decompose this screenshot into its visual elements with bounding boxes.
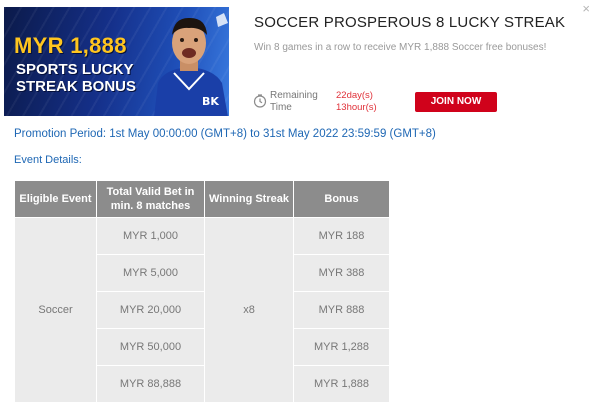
bonus-cell: MYR 388	[293, 254, 390, 292]
header-winning-streak: Winning Streak	[204, 180, 294, 218]
event-details-heading: Event Details:	[14, 154, 82, 166]
bonus-cell: MYR 1,288	[293, 328, 390, 366]
promotion-period: Promotion Period: 1st May 00:00:00 (GMT+…	[14, 128, 436, 140]
promo-banner: BK MYR 1,888 SPORTS LUCKY STREAK BONUS	[4, 7, 229, 116]
banner-amount: MYR 1,888	[14, 33, 127, 58]
svg-text:BK: BK	[202, 95, 219, 108]
banner-subtitle: SPORTS LUCKY STREAK BONUS	[16, 61, 146, 95]
streak-cell: x8	[204, 217, 294, 403]
player-illustration: BK	[154, 13, 228, 116]
promo-title: SOCCER PROSPEROUS 8 LUCKY STREAK	[254, 14, 566, 31]
event-details-table: Eligible Event Total Valid Bet in min. 8…	[14, 180, 390, 403]
countdown-days: 22day(s)	[336, 90, 373, 101]
bonus-cell: MYR 888	[293, 291, 390, 329]
countdown-hours: 13hour(s)	[336, 102, 377, 113]
header-eligible-event: Eligible Event	[14, 180, 97, 218]
bet-cell: MYR 5,000	[96, 254, 205, 292]
bet-cell: MYR 50,000	[96, 328, 205, 366]
countdown: 22day(s) 13hour(s)	[336, 90, 377, 114]
close-icon[interactable]: ×	[582, 2, 590, 16]
clock-icon	[253, 94, 267, 108]
event-cell: Soccer	[14, 217, 97, 403]
header-total-valid-bet: Total Valid Bet in min. 8 matches	[96, 180, 205, 218]
remaining-label-line1: Remaining	[270, 90, 318, 101]
bet-cell: MYR 88,888	[96, 365, 205, 403]
bet-cell: MYR 1,000	[96, 217, 205, 255]
banner-subtitle-line1: SPORTS LUCKY	[16, 61, 134, 78]
join-now-button[interactable]: JOIN NOW	[415, 92, 497, 112]
remaining-label-line2: Time	[270, 102, 292, 113]
bet-cell: MYR 20,000	[96, 291, 205, 329]
header-bonus: Bonus	[293, 180, 390, 218]
table-row: Soccer MYR 1,000 x8 MYR 188	[14, 217, 390, 403]
banner-subtitle-line2: STREAK BONUS	[16, 78, 137, 95]
bonus-cell: MYR 1,888	[293, 365, 390, 403]
table-header-row: Eligible Event Total Valid Bet in min. 8…	[14, 180, 390, 218]
bonus-cell: MYR 188	[293, 217, 390, 255]
remaining-time-label: Remaining Time	[270, 90, 318, 114]
promo-description: Win 8 games in a row to receive MYR 1,88…	[254, 42, 547, 53]
